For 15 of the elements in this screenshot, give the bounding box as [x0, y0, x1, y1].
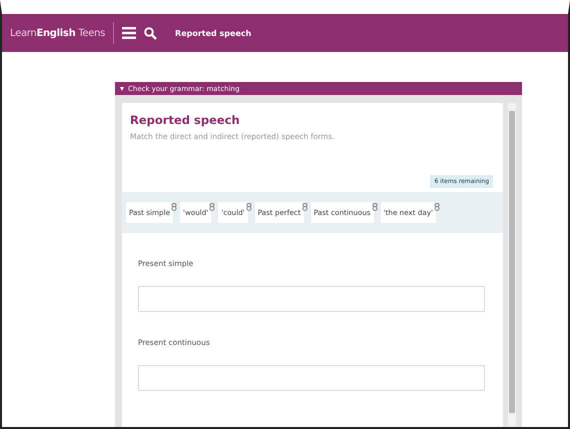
- drop-field[interactable]: [138, 286, 486, 312]
- menu-icon[interactable]: [122, 27, 136, 39]
- drag-handle-icon: [434, 203, 440, 211]
- drop-field[interactable]: [138, 365, 486, 391]
- drag-handle-icon: [372, 203, 378, 211]
- drag-handle-icon: [302, 203, 308, 211]
- scrollbar[interactable]: [508, 103, 516, 427]
- drag-handle-icon: [171, 203, 177, 211]
- page-title: Reported speech: [175, 28, 252, 38]
- scroll-thumb[interactable]: [509, 111, 515, 413]
- drag-handle-icon: [209, 203, 216, 211]
- exercise-title: Reported speech: [129, 113, 241, 127]
- site-logo[interactable]: LearnEnglish Teens: [10, 28, 106, 38]
- drag-handle-icon: [246, 203, 252, 211]
- search-icon[interactable]: [144, 26, 158, 40]
